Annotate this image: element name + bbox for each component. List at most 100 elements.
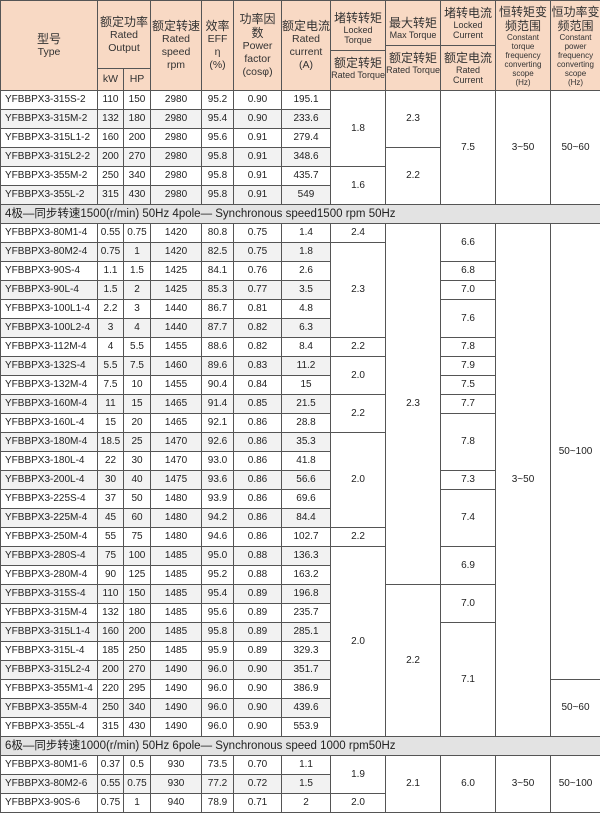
rated-speed: 1440: [151, 319, 202, 338]
motor-spec-table: 型号Type 额定功率RatedOutput 额定转速Ratedspeedrpm…: [0, 0, 600, 813]
efficiency: 95.2: [202, 91, 234, 110]
power-kw: 132: [98, 604, 124, 623]
efficiency: 95.6: [202, 604, 234, 623]
constant-power-scope-cell: 50~60: [551, 680, 600, 737]
rated-speed: 2980: [151, 167, 202, 186]
header-power-factor: 功率因数Powerfactor(cosφ): [234, 1, 282, 91]
section-title: 6极—同步转速1000(r/min) 50Hz 6pole— Synchrono…: [1, 737, 600, 756]
model-type: YFBBPX3-112M-4: [1, 338, 98, 357]
efficiency: 87.7: [202, 319, 234, 338]
rated-speed: 1480: [151, 509, 202, 528]
efficiency: 93.9: [202, 490, 234, 509]
power-hp: 270: [124, 661, 151, 680]
efficiency: 88.6: [202, 338, 234, 357]
rated-current: 351.7: [282, 661, 331, 680]
rated-speed: 1465: [151, 414, 202, 433]
rated-speed: 1490: [151, 661, 202, 680]
rated-current: 285.1: [282, 623, 331, 642]
model-type: YFBBPX3-90S-6: [1, 794, 98, 813]
rated-current: 84.4: [282, 509, 331, 528]
header-type: 型号Type: [1, 1, 98, 91]
power-factor: 0.82: [234, 338, 282, 357]
power-kw: 200: [98, 661, 124, 680]
power-hp: 60: [124, 509, 151, 528]
table-row: YFBBPX3-80M1-60.370.593073.50.701.11.92.…: [1, 756, 600, 775]
power-factor: 0.91: [234, 129, 282, 148]
power-factor: 0.90: [234, 699, 282, 718]
rated-current: 35.3: [282, 433, 331, 452]
rated-current: 235.7: [282, 604, 331, 623]
power-hp: 0.75: [124, 775, 151, 794]
locked-current-cell: 7.6: [441, 300, 496, 338]
section-header-row: 6极—同步转速1000(r/min) 50Hz 6pole— Synchrono…: [1, 737, 600, 756]
power-hp: 430: [124, 718, 151, 737]
power-hp: 2: [124, 281, 151, 300]
locked-current-cell: 7.0: [441, 281, 496, 300]
header-constant-power-scope: 恒功率变频范围Constant powerfrequencyconverting…: [551, 1, 600, 91]
power-factor: 0.72: [234, 775, 282, 794]
rated-current: 15: [282, 376, 331, 395]
header-kw: kW: [98, 69, 124, 91]
efficiency: 90.4: [202, 376, 234, 395]
power-factor: 0.90: [234, 110, 282, 129]
power-kw: 110: [98, 91, 124, 110]
power-kw: 45: [98, 509, 124, 528]
rated-current: 6.3: [282, 319, 331, 338]
locked-torque-cell: 2.0: [331, 433, 386, 528]
rated-speed: 1470: [151, 433, 202, 452]
rated-speed: 1425: [151, 281, 202, 300]
rated-speed: 1490: [151, 718, 202, 737]
power-factor: 0.86: [234, 490, 282, 509]
model-type: YFBBPX3-160L-4: [1, 414, 98, 433]
power-factor: 0.85: [234, 395, 282, 414]
rated-current: 136.3: [282, 547, 331, 566]
rated-current: 1.8: [282, 243, 331, 262]
power-hp: 10: [124, 376, 151, 395]
rated-current: 1.4: [282, 224, 331, 243]
model-type: YFBBPX3-315S-2: [1, 91, 98, 110]
power-kw: 4: [98, 338, 124, 357]
rated-current: 233.6: [282, 110, 331, 129]
rated-speed: 1485: [151, 566, 202, 585]
locked-current-cell: 7.9: [441, 357, 496, 376]
table-body: YFBBPX3-315S-2110150298095.20.90195.11.8…: [1, 91, 600, 813]
table-row: YFBBPX3-315S-2110150298095.20.90195.11.8…: [1, 91, 600, 110]
rated-speed: 2980: [151, 186, 202, 205]
rated-current: 11.2: [282, 357, 331, 376]
max-torque-cell: 2.3: [386, 224, 441, 585]
rated-current: 195.1: [282, 91, 331, 110]
power-hp: 75: [124, 528, 151, 547]
model-type: YFBBPX3-355M-4: [1, 699, 98, 718]
locked-current-cell: 7.8: [441, 338, 496, 357]
power-factor: 0.88: [234, 566, 282, 585]
power-kw: 220: [98, 680, 124, 699]
power-kw: 90: [98, 566, 124, 585]
power-hp: 270: [124, 148, 151, 167]
rated-current: 56.6: [282, 471, 331, 490]
power-factor: 0.70: [234, 756, 282, 775]
power-kw: 75: [98, 547, 124, 566]
locked-current-cell: 7.0: [441, 585, 496, 623]
power-factor: 0.91: [234, 186, 282, 205]
locked-current-cell: 6.0: [441, 756, 496, 813]
rated-current: 386.9: [282, 680, 331, 699]
header-eff: 效率EFFη(%): [202, 1, 234, 91]
rated-current: 163.2: [282, 566, 331, 585]
power-kw: 18.5: [98, 433, 124, 452]
constant-power-scope-cell: 50~100: [551, 756, 600, 813]
power-kw: 1.1: [98, 262, 124, 281]
efficiency: 95.8: [202, 167, 234, 186]
efficiency: 82.5: [202, 243, 234, 262]
locked-torque-cell: 2.2: [331, 338, 386, 357]
model-type: YFBBPX3-250M-4: [1, 528, 98, 547]
locked-torque-cell: 2.2: [331, 395, 386, 433]
power-kw: 15: [98, 414, 124, 433]
power-kw: 0.37: [98, 756, 124, 775]
power-kw: 200: [98, 148, 124, 167]
efficiency: 94.6: [202, 528, 234, 547]
efficiency: 78.9: [202, 794, 234, 813]
power-kw: 315: [98, 718, 124, 737]
power-kw: 250: [98, 167, 124, 186]
efficiency: 92.6: [202, 433, 234, 452]
power-factor: 0.82: [234, 319, 282, 338]
